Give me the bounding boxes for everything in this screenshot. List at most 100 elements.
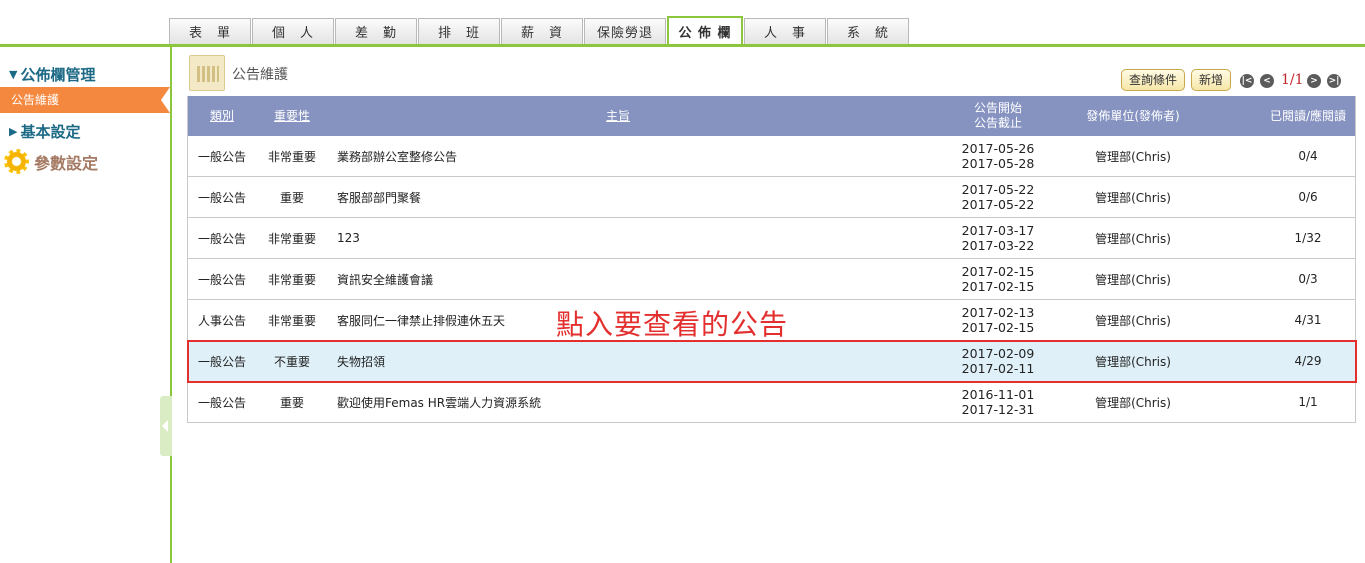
top-navigation: 表 單 個 人 差 勤 排 班 薪 資 保險勞退 公 佈 欄 人 事 系 統 [0,0,1365,47]
tab-system[interactable]: 系 統 [827,18,909,44]
tab-bulletin[interactable]: 公 佈 欄 [667,16,743,45]
cell-importance: 非常重要 [267,149,316,164]
table-row[interactable]: 一般公告 重要 歡迎使用Femas HR雲端人力資源系統 2016-11-01 … [188,382,1355,423]
next-page-icon[interactable]: > [1307,74,1321,88]
module-tabs: 表 單 個 人 差 勤 排 班 薪 資 保險勞退 公 佈 欄 人 事 系 統 [169,16,910,45]
tab-hr[interactable]: 人 事 [744,18,826,44]
cell-dates: 2017-02-15 2017-02-15 [948,259,1048,299]
gear-icon [4,149,29,174]
tab-baseline [0,44,1365,47]
sidebar-group-basic-settings[interactable]: ▶ 基本設定 [9,121,80,142]
header-importance[interactable]: 重要性 [256,96,328,136]
cell-subject[interactable]: 資訊安全維護會議 [337,259,957,299]
cell-importance: 非常重要 [267,313,316,328]
cell-read: 0/6 [1298,190,1318,204]
query-conditions-button[interactable]: 查詢條件 [1121,69,1186,91]
document-icon [189,55,225,91]
cell-type: 一般公告 [197,231,246,246]
cell-date-start: 2017-02-13 [961,305,1035,320]
cell-date-end: 2017-03-22 [961,238,1035,253]
header-date-start: 公告開始 [973,101,1022,115]
cell-dates: 2017-02-09 2017-02-11 [948,341,1048,381]
cell-importance: 不重要 [273,354,310,369]
sidebar-item-announcement-maintenance[interactable]: 公告維護 [0,87,170,113]
tab-insurance[interactable]: 保險勞退 [584,18,666,44]
cell-date-end: 2017-05-22 [961,197,1035,212]
cell-importance: 非常重要 [267,231,316,246]
cell-dates: 2017-02-13 2017-02-15 [948,300,1048,340]
cell-subject[interactable]: 歡迎使用Femas HR雲端人力資源系統 [337,382,957,422]
table-row-highlighted[interactable]: 一般公告 不重要 失物招領 2017-02-09 2017-02-11 管理部(… [188,341,1355,382]
cell-date-start: 2017-02-15 [961,264,1035,279]
cell-read: 0/3 [1298,272,1318,286]
header-date-end: 公告截止 [973,116,1022,130]
cell-importance: 重要 [279,395,304,410]
cell-read: 4/31 [1294,313,1322,327]
cell-date-end: 2017-12-31 [961,402,1035,417]
header-subject[interactable]: 主旨 [337,96,899,136]
sidebar-item-label: 參數設定 [34,153,99,173]
cell-unit: 管理部(Chris) [1095,272,1171,287]
cell-type: 一般公告 [197,395,246,410]
page-title: 公告維護 [232,67,288,83]
cell-dates: 2016-11-01 2017-12-31 [948,382,1048,422]
tab-scheduling[interactable]: 排 班 [418,18,500,44]
page-indicator: 1/1 [1281,72,1304,88]
cell-read: 0/4 [1298,149,1318,163]
tab-personal[interactable]: 個 人 [252,18,334,44]
cell-type: 一般公告 [197,190,246,205]
cell-subject[interactable]: 123 [337,218,957,258]
table-row[interactable]: 一般公告 非常重要 資訊安全維護會議 2017-02-15 2017-02-15… [188,259,1355,300]
table-row[interactable]: 一般公告 非常重要 123 2017-03-17 2017-03-22 管理部(… [188,218,1355,259]
sidebar: ▼ 公佈欄管理 公告維護 ▶ 基本設定 參數設定 [0,47,172,563]
cell-importance: 重要 [279,190,304,205]
first-page-icon[interactable]: |< [1240,74,1254,88]
triangle-right-icon: ▶ [9,125,18,138]
cell-subject[interactable]: 客服部部門聚餐 [337,177,957,217]
cell-unit: 管理部(Chris) [1095,149,1171,164]
cell-type: 人事公告 [197,313,246,328]
sidebar-group-label: 基本設定 [20,123,81,141]
tab-payroll[interactable]: 薪 資 [501,18,583,44]
add-button[interactable]: 新增 [1191,69,1232,91]
sidebar-item-parameter-settings[interactable]: 參數設定 [4,149,98,174]
sidebar-group-label: 公佈欄管理 [20,66,96,84]
last-page-icon[interactable]: >| [1327,74,1341,88]
cell-unit: 管理部(Chris) [1095,313,1171,328]
header-type[interactable]: 類別 [188,96,256,136]
cell-date-end: 2017-05-28 [961,156,1035,171]
previous-page-icon[interactable]: < [1260,74,1274,88]
cell-read: 4/29 [1294,354,1322,368]
tab-attendance[interactable]: 差 勤 [335,18,417,44]
cell-unit: 管理部(Chris) [1095,231,1171,246]
cell-unit: 管理部(Chris) [1095,395,1171,410]
sidebar-group-bulletin-management[interactable]: ▼ 公佈欄管理 [9,64,95,85]
cell-subject[interactable]: 業務部辦公室整修公告 [337,136,957,176]
cell-subject[interactable]: 失物招領 [337,341,957,381]
cell-date-start: 2017-02-09 [961,346,1035,361]
cell-dates: 2017-05-22 2017-05-22 [948,177,1048,217]
cell-date-start: 2017-03-17 [961,223,1035,238]
cell-date-end: 2017-02-11 [961,361,1035,376]
cell-date-end: 2017-02-15 [961,320,1035,335]
cell-type: 一般公告 [197,272,246,287]
header-unit: 發佈單位(發佈者) [1086,108,1180,123]
cell-dates: 2017-03-17 2017-03-22 [948,218,1048,258]
cell-date-start: 2017-05-22 [961,182,1035,197]
cell-type: 一般公告 [197,354,246,369]
cell-unit: 管理部(Chris) [1095,190,1171,205]
announcement-table: 類別 重要性 主旨 公告開始 公告截止 發佈單位(發佈者) 已閱讀/應閱讀 一般… [187,96,1356,423]
table-header: 類別 重要性 主旨 公告開始 公告截止 發佈單位(發佈者) 已閱讀/應閱讀 [188,96,1355,136]
header-dates: 公告開始 公告截止 [948,96,1048,136]
sidebar-collapse-handle[interactable] [160,396,172,456]
table-row[interactable]: 一般公告 重要 客服部部門聚餐 2017-05-22 2017-05-22 管理… [188,177,1355,218]
tab-forms[interactable]: 表 單 [169,18,251,44]
table-row[interactable]: 一般公告 非常重要 業務部辦公室整修公告 2017-05-26 2017-05-… [188,136,1355,177]
triangle-down-icon: ▼ [9,68,18,81]
cell-date-end: 2017-02-15 [961,279,1035,294]
cell-read: 1/32 [1294,231,1322,245]
cell-type: 一般公告 [197,149,246,164]
cell-date-start: 2017-05-26 [961,141,1035,156]
cell-dates: 2017-05-26 2017-05-28 [948,136,1048,176]
annotation-text: 點入要查看的公告 [556,308,789,341]
